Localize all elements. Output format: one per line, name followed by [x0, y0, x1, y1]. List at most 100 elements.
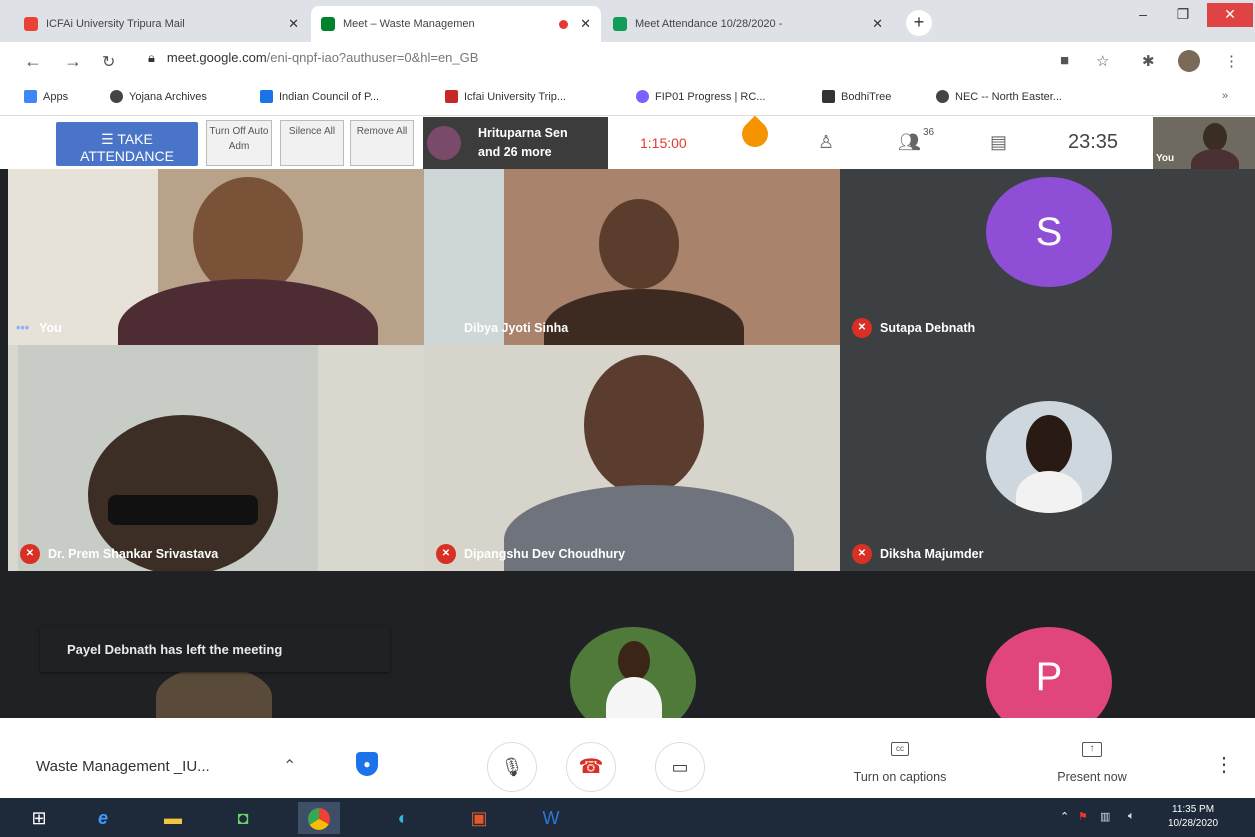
- bookmark-apps[interactable]: Apps: [24, 90, 68, 103]
- participant-label: Dibya Jyoti Sinha: [464, 321, 569, 335]
- more-options-icon[interactable]: ⋮: [1214, 752, 1234, 777]
- taskbar-time: 11:35 PM: [1172, 804, 1215, 815]
- menu-icon[interactable]: ⋮: [1224, 52, 1239, 70]
- camera-button[interactable]: ▭: [655, 742, 705, 792]
- participant-avatar-photo: [986, 401, 1112, 513]
- extensions-icon[interactable]: ✱: [1142, 52, 1155, 70]
- shield-icon[interactable]: ●: [356, 752, 378, 776]
- word-icon[interactable]: W: [530, 802, 572, 834]
- participant-label: You: [39, 321, 62, 335]
- tray-volume-icon[interactable]: 🔈︎: [1128, 810, 1135, 823]
- take-attendance-button[interactable]: ☰ TAKE ATTENDANCE: [56, 122, 198, 166]
- site-icon: [822, 90, 835, 103]
- mic-button[interactable]: 🎙︎: [487, 742, 537, 792]
- host-icon[interactable]: ♙: [818, 132, 834, 153]
- self-view-thumbnail[interactable]: You: [1153, 117, 1255, 169]
- file-explorer-icon[interactable]: ▬: [152, 802, 194, 834]
- recording-indicator-icon: [559, 19, 569, 29]
- tray-flag-icon[interactable]: ⚑: [1078, 810, 1088, 823]
- new-tab-button[interactable]: +: [906, 10, 932, 36]
- bookmarks-overflow-icon[interactable]: »: [1222, 90, 1228, 102]
- people-icon[interactable]: 👥︎: [898, 132, 921, 153]
- mic-muted-icon: ✕: [852, 544, 872, 564]
- bookmark-label: BodhiTree: [841, 90, 892, 103]
- internet-explorer-icon[interactable]: e: [82, 802, 124, 834]
- leave-call-button[interactable]: ☎︎: [566, 742, 616, 792]
- bookmark-indian-council[interactable]: Indian Council of P...: [260, 90, 379, 103]
- participant-tile-diksha[interactable]: ✕ Diksha Majumder: [840, 345, 1255, 571]
- browser-toolbar: ← → ↻ 🔒︎ meet.google.com/eni-qnpf-iao?aut…: [0, 42, 1255, 80]
- browser-tab-strip: ICFAi University Tripura Mail ✕ Meet – W…: [0, 0, 1255, 42]
- tray-up-arrow-icon[interactable]: ⌃: [1060, 810, 1069, 823]
- participant-name: ✕ Dr. Prem Shankar Srivastava: [8, 537, 424, 571]
- participant-label: Diksha Majumder: [880, 547, 984, 561]
- captions-button[interactable]: cc Turn on captions: [835, 740, 965, 784]
- turn-off-auto-admit-button[interactable]: Turn Off Auto Adm: [206, 120, 272, 166]
- bookmark-bodhitree[interactable]: BodhiTree: [822, 90, 891, 103]
- bookmark-label: Apps: [43, 90, 69, 103]
- edge-icon[interactable]: ◐: [382, 802, 424, 834]
- taskbar-clock[interactable]: 11:35 PM 10/28/2020: [1168, 803, 1218, 831]
- back-icon[interactable]: ←: [24, 51, 42, 72]
- reload-icon[interactable]: ↻: [102, 52, 115, 72]
- present-now-button[interactable]: ↑ Present now: [1040, 740, 1144, 784]
- mic-muted-icon: ✕: [436, 544, 456, 564]
- window-close-button[interactable]: ✕: [1207, 3, 1253, 27]
- participant-count: 36: [923, 127, 935, 138]
- participant-tile-row3-mid[interactable]: [424, 571, 840, 718]
- bookmark-icfai[interactable]: Icfai University Trip...: [445, 90, 566, 103]
- tab-close-icon[interactable]: ✕: [580, 16, 591, 32]
- bookmark-label: Icfai University Trip...: [464, 90, 567, 103]
- presenter-more: and 26 more: [478, 145, 552, 159]
- url-path: /eni-qnpf-iao?authuser=0&hl=en_GB: [266, 50, 479, 65]
- sheets-icon: [613, 17, 627, 31]
- maximize-button[interactable]: ❐: [1164, 3, 1202, 27]
- participant-tile-prem[interactable]: ✕ Dr. Prem Shankar Srivastava: [8, 345, 424, 571]
- powerpoint-icon[interactable]: ▣: [458, 802, 500, 834]
- chat-icon[interactable]: ▤: [990, 132, 1007, 153]
- meeting-title[interactable]: Waste Management _IU...: [36, 758, 210, 775]
- tab-attendance[interactable]: Meet Attendance 10/28/2020 - ✕: [603, 6, 893, 42]
- participant-tile-sutapa[interactable]: S ✕ Sutapa Debnath: [840, 169, 1255, 345]
- chrome-icon[interactable]: [298, 802, 340, 834]
- tab-close-icon[interactable]: ✕: [872, 16, 883, 32]
- presenter-avatar: [427, 126, 461, 160]
- bookmark-fip01[interactable]: FIP01 Progress | RC...: [636, 90, 765, 103]
- profile-avatar[interactable]: [1178, 50, 1200, 72]
- bookmark-label: FIP01 Progress | RC...: [655, 90, 766, 103]
- star-icon[interactable]: ☆: [1096, 52, 1109, 70]
- lock-icon: 🔒︎: [148, 50, 155, 65]
- participant-avatar: S: [986, 177, 1112, 287]
- captions-icon: cc: [891, 742, 909, 756]
- participant-tile-p[interactable]: P: [840, 571, 1255, 718]
- url-host: meet.google.com: [166, 50, 267, 65]
- tab-meet[interactable]: Meet – Waste Managemen ✕: [311, 6, 601, 42]
- remove-all-button[interactable]: Remove All: [350, 120, 414, 166]
- participant-name: ✕ Dipangshu Dev Choudhury: [424, 537, 840, 571]
- tray-network-icon[interactable]: ▥: [1100, 810, 1110, 823]
- participant-tile-you[interactable]: ••• You: [8, 169, 424, 345]
- glasses: [108, 495, 258, 525]
- address-bar[interactable]: 🔒︎ meet.google.com/eni-qnpf-iao?authuser=…: [148, 50, 478, 66]
- gmail-icon: [24, 17, 38, 31]
- forward-icon[interactable]: →: [64, 51, 82, 72]
- take-attendance-label: TAKE ATTENDANCE: [80, 131, 174, 164]
- participant-tile-dibya[interactable]: Dibya Jyoti Sinha: [424, 169, 840, 345]
- site-icon: [445, 90, 458, 103]
- windows-start-icon[interactable]: ⊞: [18, 802, 60, 834]
- minimize-button[interactable]: –: [1124, 3, 1162, 27]
- tab-mail[interactable]: ICFAi University Tripura Mail ✕: [14, 6, 309, 42]
- participant-avatar: P: [986, 627, 1112, 718]
- tab-title: Meet Attendance 10/28/2020 -: [635, 18, 783, 30]
- store-icon[interactable]: ◘: [222, 802, 264, 834]
- bookmark-nec[interactable]: NEC -- North Easter...: [936, 90, 1062, 103]
- silence-all-button[interactable]: Silence All: [280, 120, 344, 166]
- tab-close-icon[interactable]: ✕: [288, 16, 299, 32]
- camera-icon[interactable]: ■: [1060, 52, 1069, 69]
- chevron-up-icon[interactable]: ⌃: [283, 756, 296, 776]
- globe-icon: [110, 90, 123, 103]
- presenter-chip[interactable]: Hrituparna Sen and 26 more: [423, 117, 608, 169]
- self-thumb-shirt: [1191, 149, 1239, 169]
- bookmark-yojana[interactable]: Yojana Archives: [110, 90, 207, 103]
- participant-tile-dipangshu[interactable]: ✕ Dipangshu Dev Choudhury: [424, 345, 840, 571]
